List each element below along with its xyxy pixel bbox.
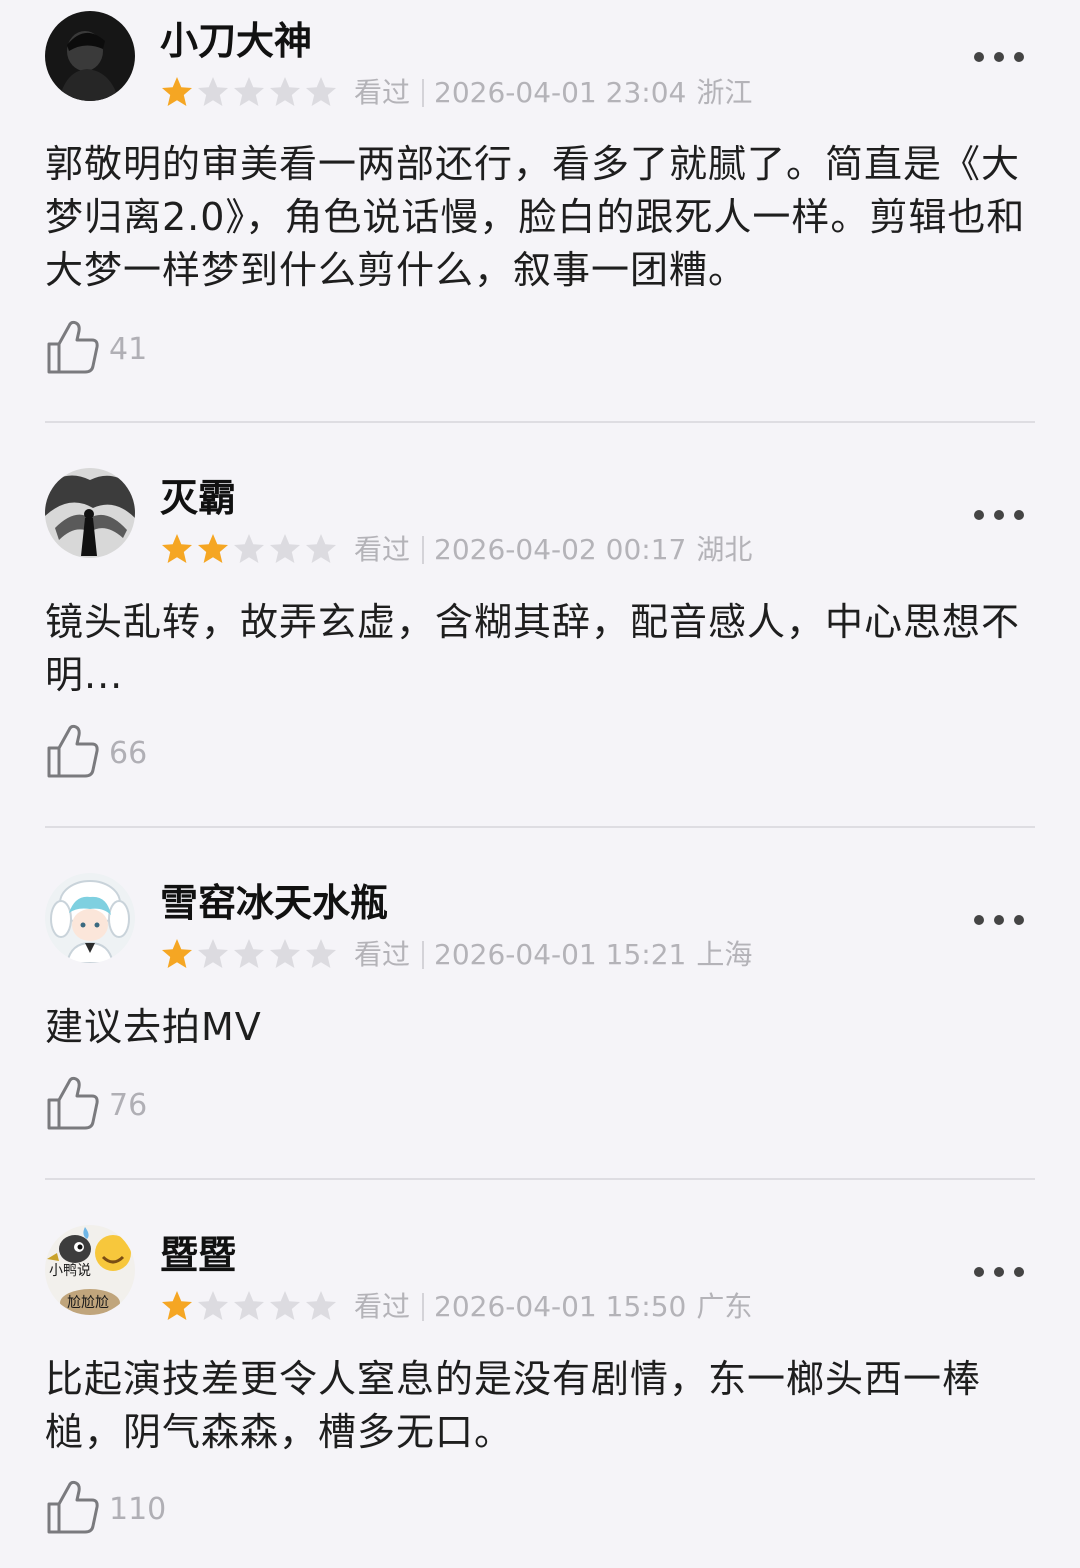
review-item: 小鸭说 尬尬尬 暨暨 看过 2026-04-01 15:50 广东 比起演技差更… [0,0,1080,1568]
svg-text:小鸭说: 小鸭说 [49,1263,91,1279]
star-filled-icon [162,1291,192,1320]
more-options-button[interactable] [974,1260,1024,1284]
rating-stars [160,1289,338,1325]
avatar[interactable]: 小鸭说 尬尬尬 [45,1225,135,1315]
review-list: 小刀大神 看过 2026-04-01 23:04 浙江 郭敬明的审美看一两部还行… [0,0,1080,1568]
star-empty-icon [306,1291,336,1320]
review-region: 广东 [696,1290,753,1323]
star-empty-icon [234,1291,264,1320]
more-dots-icon [974,1267,984,1277]
thumbs-up-icon [47,1480,99,1534]
star-empty-icon [270,1291,300,1320]
review-date: 2026-04-01 15:50 [434,1290,687,1323]
svg-text:尬尬尬: 尬尬尬 [67,1295,109,1311]
star-empty-icon [198,1291,228,1320]
review-content: 比起演技差更令人窒息的是没有剧情，东一榔头西一棒槌，阴气森森，槽多无口。 [45,1357,982,1454]
review-meta: 看过 2026-04-01 15:50 广东 [354,1289,752,1325]
watch-status: 看过 [354,1290,411,1323]
meta-divider [422,1293,425,1321]
like-count: 110 [109,1492,167,1527]
like-button[interactable]: 110 [45,1478,166,1536]
username[interactable]: 暨暨 [160,1233,236,1277]
